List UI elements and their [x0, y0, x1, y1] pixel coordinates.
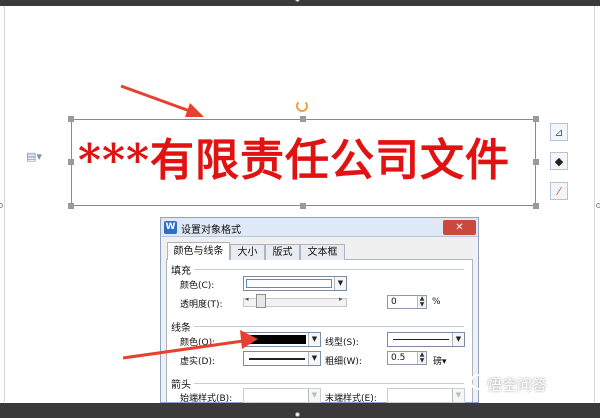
fill-icon[interactable]: ◆: [550, 152, 568, 170]
resize-handle[interactable]: [68, 203, 74, 209]
dash-label: 虚实(D):: [180, 357, 215, 367]
line-color-label: 颜色(O):: [180, 338, 216, 348]
format-object-dialog: W 设置对象格式 ✕ 颜色与线条 大小 版式 文本框: [160, 217, 479, 403]
tab-colors-lines[interactable]: 颜色与线条: [167, 242, 230, 260]
fill-color-label: 颜色(C):: [180, 281, 215, 291]
resize-handle[interactable]: [300, 203, 306, 209]
resize-handle[interactable]: [533, 116, 539, 122]
line-color-select[interactable]: ▼: [243, 332, 321, 347]
dash-sample: [249, 358, 305, 360]
arrows-section-label: 箭头: [171, 380, 191, 391]
percent-sign: %: [432, 297, 441, 307]
spinner-icon[interactable]: ▲ ▼: [417, 296, 426, 308]
weight-unit[interactable]: 磅▾: [433, 354, 447, 367]
chevron-down-icon: ▼: [334, 277, 346, 290]
heading-text[interactable]: ***有限责任公司文件: [78, 131, 528, 191]
resize-handle[interactable]: [68, 159, 74, 165]
divider: [194, 326, 464, 327]
line-section-label: 线条: [171, 323, 191, 334]
resize-handle[interactable]: [533, 203, 539, 209]
outline-icon[interactable]: ⁄: [550, 182, 568, 200]
chevron-down-icon: ▼: [452, 389, 464, 402]
close-icon[interactable]: ✕: [443, 220, 476, 235]
chevron-down-icon: ▼: [452, 333, 464, 346]
fill-color-swatch: [246, 279, 332, 288]
transparency-slider-thumb[interactable]: [256, 294, 266, 308]
dialog-title-bar: W 设置对象格式 ✕: [161, 218, 478, 237]
annotation-arrow-top: [120, 84, 199, 116]
resize-handle[interactable]: [68, 116, 74, 122]
page-left-handle[interactable]: [0, 203, 3, 208]
watermark-text: 悟空问答: [487, 376, 548, 394]
chevron-down-icon: ▼: [308, 389, 320, 402]
app-logo-icon: W: [164, 221, 177, 234]
arrowhead-icon: [185, 103, 204, 117]
rotate-handle-icon[interactable]: [296, 100, 308, 112]
line-style-label: 线型(S):: [325, 338, 359, 348]
paragraph-layout-icon[interactable]: ▤▾: [26, 151, 44, 163]
line-style-sample: [393, 339, 449, 340]
page-bottom-handle[interactable]: [295, 412, 300, 417]
page-right-edge: [594, 6, 595, 402]
chevron-down-icon: ▼: [308, 352, 320, 365]
slider-right-arrow-icon[interactable]: ▸: [339, 295, 343, 303]
resize-handle[interactable]: [300, 116, 306, 122]
dash-select[interactable]: ▼: [243, 351, 321, 366]
weight-input[interactable]: 0.5 ▲ ▼: [387, 351, 427, 365]
resize-handle[interactable]: [533, 159, 539, 165]
begin-style-select[interactable]: ▼: [243, 388, 321, 403]
tab-textbox[interactable]: 文本框: [300, 244, 345, 260]
watermark-logo-icon: [470, 374, 486, 390]
transparency-label: 透明度(T):: [180, 300, 223, 310]
weight-value: 0.5: [391, 353, 406, 363]
slider-left-arrow-icon[interactable]: ◂: [245, 295, 249, 303]
tab-size[interactable]: 大小: [230, 244, 265, 260]
dialog-title: 设置对象格式: [181, 225, 241, 236]
transparency-input[interactable]: 0 ▲ ▼: [387, 295, 427, 309]
tab-layout[interactable]: 版式: [265, 244, 300, 260]
divider: [194, 269, 464, 270]
spinner-icon[interactable]: ▲ ▼: [417, 352, 426, 364]
transparency-value: 0: [391, 297, 397, 307]
line-style-select[interactable]: ▼: [387, 332, 465, 347]
bottom-bar: [0, 403, 600, 418]
weight-label: 粗细(W):: [325, 357, 362, 367]
top-bar: [0, 0, 600, 6]
page-right-handle[interactable]: [596, 203, 600, 208]
line-color-swatch: [246, 335, 306, 344]
chevron-down-icon: ▼: [308, 333, 320, 346]
page-left-edge: [4, 6, 5, 402]
fill-color-select[interactable]: ▼: [243, 276, 347, 291]
layout-options-icon[interactable]: ⊿: [550, 123, 568, 141]
fill-section-label: 填充: [171, 266, 191, 277]
divider: [194, 383, 464, 384]
end-style-select[interactable]: ▼: [387, 388, 465, 403]
text-box[interactable]: ***有限责任公司文件: [71, 119, 536, 206]
